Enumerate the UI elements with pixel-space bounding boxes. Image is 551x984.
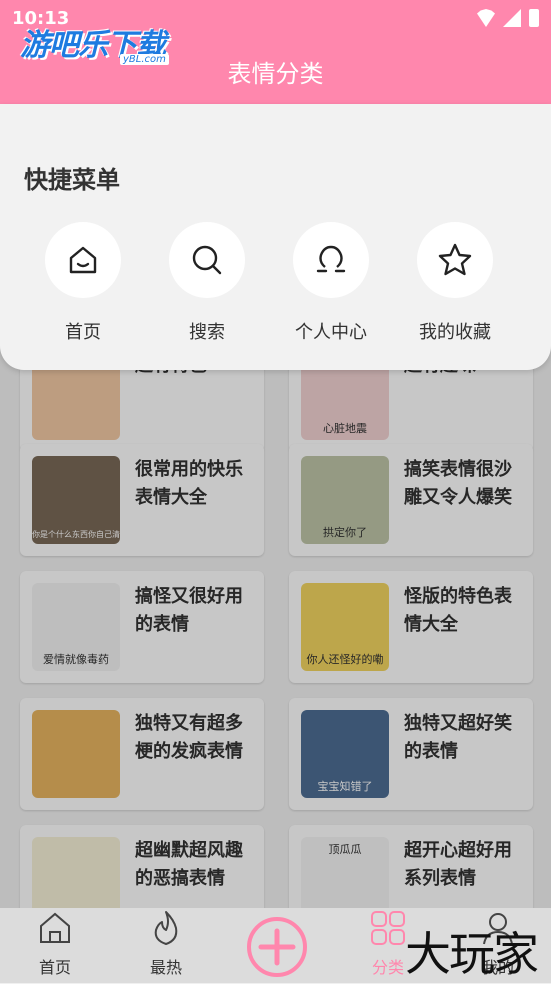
search-icon (169, 222, 245, 298)
home-icon (45, 222, 121, 298)
flame-icon (154, 911, 178, 945)
tab-label: 首页 (38, 958, 71, 977)
quick-item-label: 搜索 (189, 322, 225, 343)
tab-home[interactable]: 首页 (15, 908, 95, 978)
home-icon (40, 912, 70, 943)
quick-item-search[interactable]: 搜索 (152, 222, 262, 344)
quick-item-favorites[interactable]: 我的收藏 (400, 222, 510, 344)
watermark: 大玩家 (405, 927, 539, 981)
wifi-icon (477, 9, 495, 27)
quick-item-label: 个人中心 (295, 322, 367, 343)
app-header: 10:13 游吧乐下载 yBL.com 表情分类 (0, 0, 551, 104)
user-icon (293, 222, 369, 298)
page-title: 表情分类 (227, 60, 324, 88)
popup-title: 快捷菜单 (24, 166, 120, 194)
signal-icon (503, 9, 521, 27)
status-icons (477, 9, 539, 27)
grid-icon (371, 911, 405, 945)
tab-hot[interactable]: 最热 (126, 908, 206, 978)
add-icon (247, 917, 307, 977)
quick-menu-popup: 快捷菜单 首页 搜索 个人中心 我的收藏 (0, 104, 551, 370)
quick-item-label: 首页 (65, 322, 101, 343)
quick-item-home[interactable]: 首页 (28, 222, 138, 344)
tab-label: 最热 (149, 958, 182, 977)
battery-icon (529, 9, 539, 27)
star-icon (417, 222, 493, 298)
add-button[interactable] (246, 916, 308, 978)
quick-item-profile[interactable]: 个人中心 (276, 222, 386, 344)
quick-item-label: 我的收藏 (419, 322, 491, 343)
